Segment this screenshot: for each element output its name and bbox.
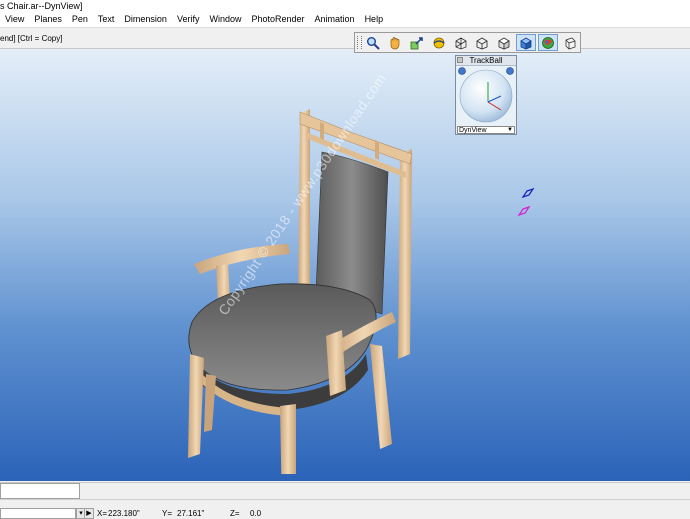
hidden-line-view-button[interactable] [473, 34, 493, 51]
trackball-mode-select[interactable]: DynView ▼ [457, 126, 515, 134]
status-message-field [0, 483, 80, 499]
blue-marker-icon [521, 187, 535, 199]
chevron-down-icon: ▼ [507, 127, 513, 133]
x-value: 223.180" [108, 509, 140, 518]
zoom-extents-icon [410, 36, 423, 49]
menu-verify[interactable]: Verify [172, 12, 205, 27]
shaded-box-icon [498, 37, 511, 50]
menu-photorender[interactable]: PhotoRender [246, 12, 309, 27]
hint-bar: end] [Ctrl = Copy] [0, 28, 690, 49]
render-sphere-icon [542, 36, 555, 49]
view-toolbar [354, 32, 581, 53]
x-label: X= [97, 509, 108, 518]
solid-box-icon [520, 37, 533, 50]
layer-field[interactable] [0, 508, 76, 519]
zoom-extents-button[interactable] [407, 34, 427, 51]
perspective-box-icon [565, 37, 576, 49]
menu-bar: View Planes Pen Text Dimension Verify Wi… [0, 12, 690, 28]
toolbar-grip[interactable] [357, 36, 362, 49]
menu-view[interactable]: View [0, 12, 29, 27]
menu-text[interactable]: Text [93, 12, 120, 27]
trackball-panel: TrackBall DynView ▼ [455, 55, 517, 135]
rotate-left-icon [458, 67, 466, 75]
render-view-button[interactable] [538, 34, 559, 51]
close-icon[interactable] [457, 57, 463, 63]
pan-hand-icon [390, 36, 400, 49]
play-icon[interactable]: ▶ [84, 508, 94, 519]
hint-text: end] [Ctrl = Copy] [0, 34, 63, 43]
chair-model [188, 109, 413, 474]
y-value: 27.161" [177, 509, 205, 518]
wireframe-view-button[interactable] [451, 34, 471, 51]
menu-animation[interactable]: Animation [310, 12, 360, 27]
zoom-button[interactable] [363, 34, 383, 51]
coordinate-readout: ▾ ▶ X= 223.180" Y= 27.161" Z= 0.0 [0, 508, 690, 519]
trackball-sphere[interactable] [457, 66, 515, 124]
zoom-icon [366, 36, 380, 50]
menu-planes[interactable]: Planes [29, 12, 67, 27]
status-divider [0, 499, 690, 500]
perspective-view-button[interactable] [560, 34, 580, 51]
magenta-marker-icon [517, 205, 531, 217]
window-title: s Chair.ar--DynView] [0, 0, 690, 12]
shaded-view-button[interactable] [494, 34, 514, 51]
solid-view-button[interactable] [516, 34, 537, 51]
y-label: Y= [162, 509, 173, 518]
trackball-mode-value: DynView [459, 127, 487, 134]
menu-window[interactable]: Window [204, 12, 246, 27]
3d-viewport[interactable]: Copyright © 2018 - www.p30download.com [0, 49, 690, 481]
menu-dimension[interactable]: Dimension [119, 12, 172, 27]
hidden-line-box-icon [477, 36, 488, 49]
z-value: 0.0 [250, 509, 262, 518]
rotate-view-icon [433, 37, 445, 48]
z-label: Z= [230, 509, 240, 518]
rotate-view-button[interactable] [429, 34, 449, 51]
pan-button[interactable] [385, 34, 405, 51]
status-bar: ▾ ▶ X= 223.180" Y= 27.161" Z= 0.0 [0, 482, 690, 519]
rotate-right-icon [506, 67, 514, 75]
axis-markers [517, 187, 535, 217]
menu-help[interactable]: Help [360, 12, 389, 27]
menu-pen[interactable]: Pen [67, 12, 93, 27]
trackball-title: TrackBall [456, 56, 516, 66]
wireframe-box-icon [455, 37, 466, 49]
